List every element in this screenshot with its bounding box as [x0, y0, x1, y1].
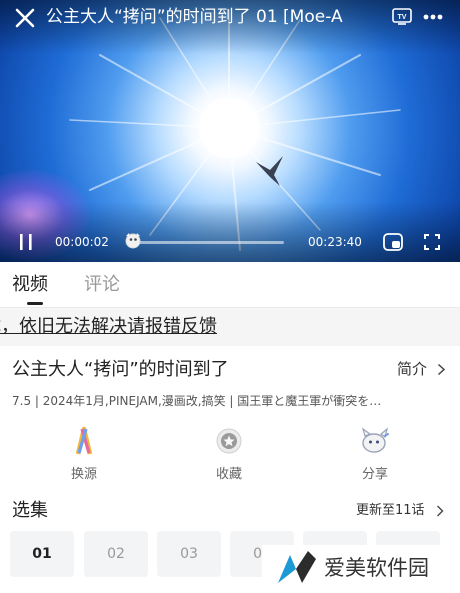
current-time: 00:00:02	[55, 235, 109, 249]
episode-01-button[interactable]: 01	[10, 531, 74, 577]
source-switch-button[interactable]: 换源	[44, 426, 124, 486]
pip-icon[interactable]	[383, 233, 403, 251]
bird-silhouette	[256, 156, 283, 186]
source-switch-icon	[75, 426, 93, 455]
fullscreen-icon[interactable]	[423, 233, 441, 251]
intro-button[interactable]: 简介	[397, 358, 427, 380]
pause-icon[interactable]	[18, 233, 34, 251]
episode-02-button[interactable]: 02	[84, 531, 148, 577]
episodes-update-status[interactable]: 更新至11话	[356, 501, 425, 521]
share-icon	[361, 427, 389, 453]
active-tab-indicator	[27, 302, 43, 305]
detail-tabs: 视频 评论	[0, 262, 460, 308]
notice-text: 试，依旧无法解决请报错反馈	[0, 316, 217, 337]
total-time: 00:23:40	[308, 235, 362, 249]
favorite-star-icon	[216, 428, 242, 454]
share-button[interactable]: 分享	[335, 426, 415, 486]
share-label: 分享	[361, 467, 388, 482]
anime-meta: 7.5 | 2024年1月,PINEJAM,漫画改,搞笑 | 国王軍と魔王軍が衝…	[12, 394, 382, 408]
video-player[interactable]: 公主大人“拷问”的时间到了 01 [Moe-A TV 00:00:02 00:2…	[0, 0, 460, 262]
watermark-logo-icon	[278, 551, 316, 583]
favorite-label: 收藏	[215, 467, 242, 482]
episodes-title: 选集	[12, 500, 48, 521]
close-icon[interactable]	[13, 6, 37, 30]
favorite-button[interactable]: 收藏	[189, 426, 269, 486]
more-icon[interactable]	[422, 7, 444, 27]
site-watermark: 爱美软件园	[262, 545, 460, 593]
anime-title: 公主大人“拷问”的时间到了	[12, 359, 229, 380]
tv-badge: TV	[398, 14, 407, 21]
progress-bar[interactable]	[128, 241, 284, 244]
chevron-right-icon[interactable]	[437, 363, 446, 376]
episode-03-button[interactable]: 03	[157, 531, 221, 577]
notice-banner[interactable]: 试，依旧无法解决请报错反馈	[0, 308, 460, 346]
tab-comments[interactable]: 评论	[84, 272, 120, 298]
video-title: 公主大人“拷问”的时间到了 01 [Moe-A	[46, 7, 343, 27]
chevron-right-icon[interactable]	[436, 505, 444, 517]
tab-video[interactable]: 视频	[12, 272, 48, 298]
player-controls: 00:00:02 00:23:40	[0, 228, 460, 256]
source-switch-label: 换源	[70, 467, 97, 482]
tv-cast-icon[interactable]: TV	[392, 8, 412, 25]
watermark-text: 爱美软件园	[324, 556, 429, 580]
progress-thumb-icon[interactable]	[123, 231, 143, 251]
